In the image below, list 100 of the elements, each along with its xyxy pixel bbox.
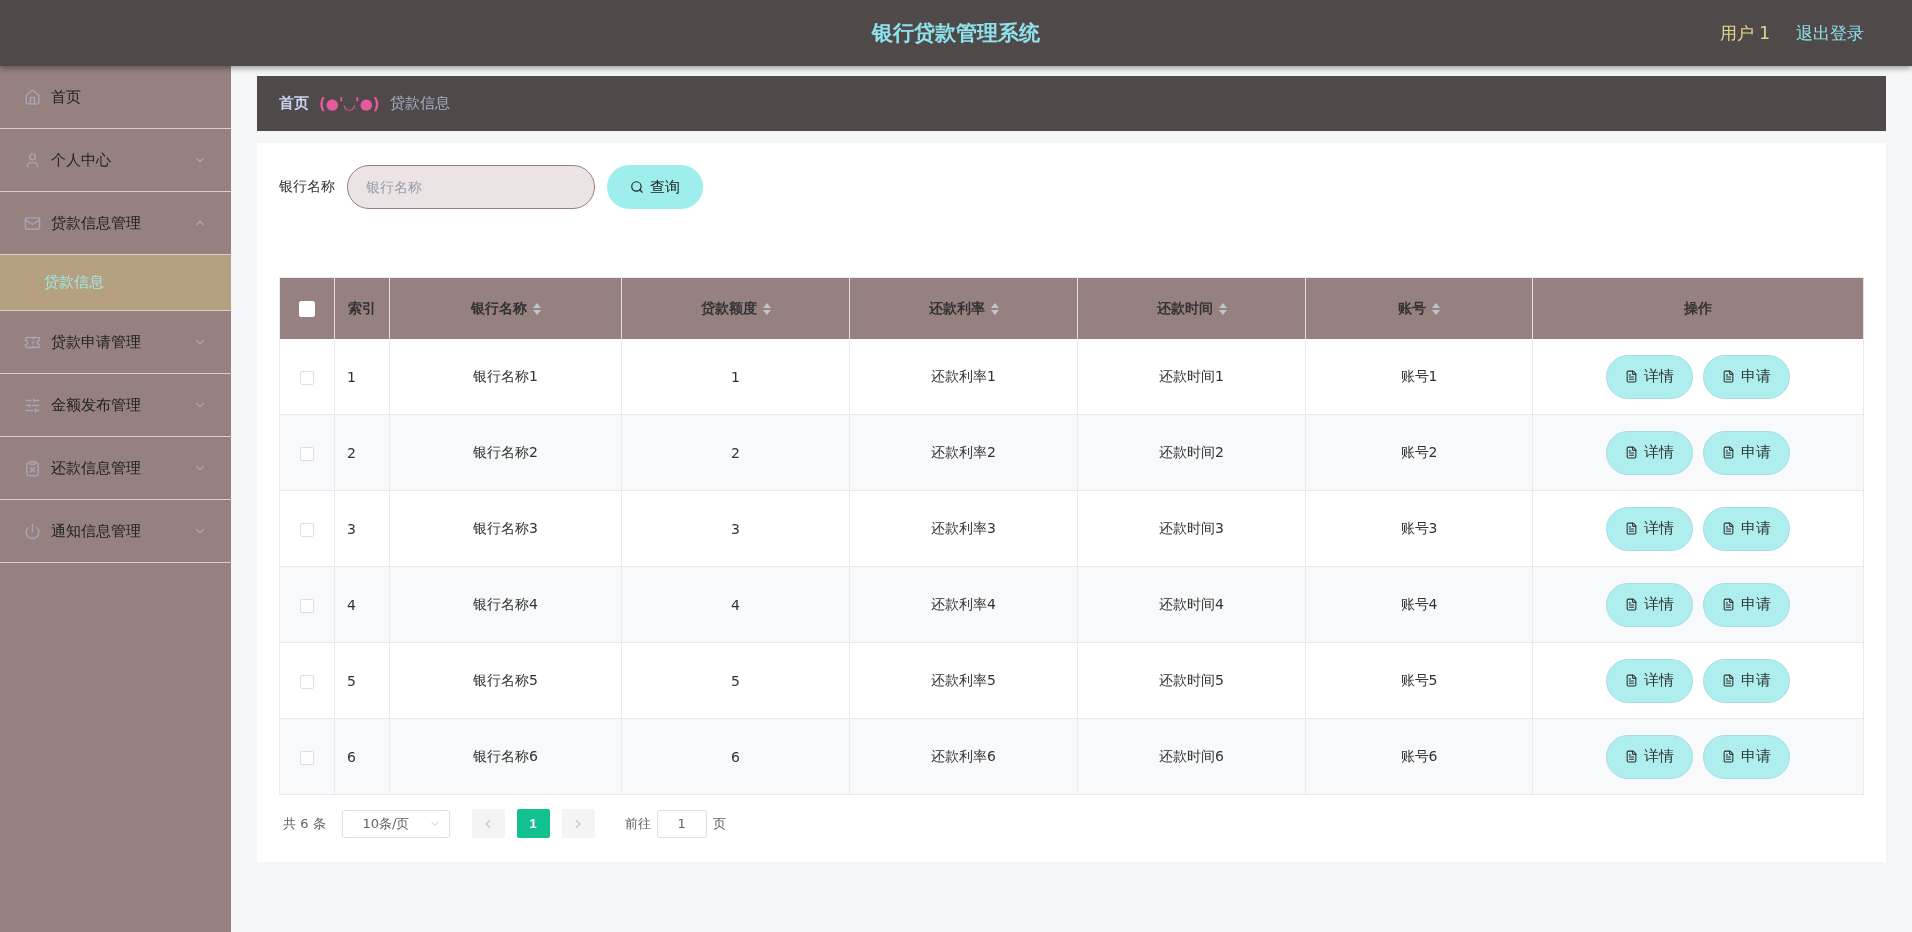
row-checkbox[interactable] [300,522,314,537]
document-icon [1722,598,1735,611]
table-cell: 4 [334,566,390,643]
menu-item[interactable]: 贷款申请管理 [0,311,231,374]
document-icon [1625,750,1638,763]
column-header[interactable]: 索引 [334,277,390,339]
search-label: 银行名称 [279,178,335,196]
search-field[interactable]: 银行名称 [347,165,595,209]
table-cell: 1 [621,339,850,415]
table-cell: 5 [334,642,390,719]
menu-icon [24,522,41,540]
document-icon [1722,446,1735,459]
menu-item[interactable]: 个人中心 [0,129,231,192]
table-cell: 4 [621,566,850,643]
table-cell: 账号4 [1305,566,1533,643]
page-size-select[interactable]: 10条/页 [341,809,450,838]
table-cell: 5 [621,642,850,719]
table-cell: 银行名称4 [389,566,622,643]
select-all-checkbox[interactable] [299,301,315,317]
table-cell: 还款利率4 [849,566,1078,643]
menu-item[interactable]: 首页 [0,66,231,129]
breadcrumb-current: 贷款信息 [389,94,450,113]
document-icon [1722,370,1735,383]
search-button[interactable]: 查询 [607,165,703,209]
search-icon [630,180,644,194]
row-checkbox[interactable] [300,674,314,689]
table-cell: 6 [621,718,850,795]
column-header[interactable]: 操作 [1532,277,1864,339]
app-title: 银行贷款管理系统 [872,20,1040,47]
menu-item[interactable]: 还款信息管理 [0,437,231,500]
row-checkbox[interactable] [300,750,314,765]
table-cell: 3 [334,490,390,567]
goto-label: 前往 [624,814,651,833]
document-icon [1625,598,1638,611]
table-cell: 6 [334,718,390,795]
table-cell: 还款时间1 [1077,339,1306,415]
row-checkbox[interactable] [300,446,314,461]
document-icon [1625,674,1638,687]
table-cell: 还款时间5 [1077,642,1306,719]
apply-button[interactable]: 申请 [1703,506,1790,551]
detail-button[interactable]: 详情 [1606,658,1693,703]
table-cell: 还款利率5 [849,642,1078,719]
table-cell: 还款利率6 [849,718,1078,795]
breadcrumb-home[interactable]: 首页 [279,94,309,113]
table-cell: 还款利率1 [849,339,1078,415]
sort-icon[interactable] [990,302,999,315]
sort-icon[interactable] [1218,302,1227,315]
menu-icon [24,214,41,232]
table-cell: 账号1 [1305,339,1533,415]
detail-button[interactable]: 详情 [1606,354,1693,399]
document-icon [1722,750,1735,763]
sort-icon[interactable] [532,302,541,315]
apply-button[interactable]: 申请 [1703,658,1790,703]
document-icon [1625,446,1638,459]
detail-button[interactable]: 详情 [1606,430,1693,475]
menu-item[interactable]: 通知信息管理 [0,500,231,563]
table-cell: 账号3 [1305,490,1533,567]
apply-button[interactable]: 申请 [1703,354,1790,399]
table-cell: 银行名称1 [389,339,622,415]
table-cell: 银行名称2 [389,414,622,491]
apply-button[interactable]: 申请 [1703,430,1790,475]
column-header[interactable]: 账号 [1305,277,1533,339]
table-cell: 还款时间2 [1077,414,1306,491]
table-cell: 银行名称6 [389,718,622,795]
menu-icon [24,396,41,414]
table-cell: 还款时间4 [1077,566,1306,643]
document-icon [1625,370,1638,383]
column-header[interactable]: 还款时间 [1077,277,1306,339]
detail-button[interactable]: 详情 [1606,582,1693,627]
table-cell: 还款时间3 [1077,490,1306,567]
document-icon [1722,522,1735,535]
detail-button[interactable]: 详情 [1606,734,1693,779]
goto-suffix: 页 [712,814,726,833]
table-cell: 2 [334,414,390,491]
column-header[interactable]: 银行名称 [389,277,622,339]
breadcrumb-separator: (●'◡'●) [319,94,380,113]
table-cell: 2 [621,414,850,491]
table-cell: 银行名称5 [389,642,622,719]
apply-button[interactable]: 申请 [1703,582,1790,627]
document-icon [1625,522,1638,535]
goto-page-field[interactable]: 1 [656,809,707,838]
total-count: 共 6 条 [283,814,326,833]
column-header[interactable]: 贷款额度 [621,277,850,339]
document-icon [1722,674,1735,687]
table-cell: 银行名称3 [389,490,622,567]
apply-button[interactable]: 申请 [1703,734,1790,779]
row-checkbox[interactable] [300,370,314,385]
table-cell: 账号6 [1305,718,1533,795]
menu-icon [24,459,41,477]
row-checkbox[interactable] [300,598,314,613]
menu-item[interactable]: 金额发布管理 [0,374,231,437]
sort-icon[interactable] [1432,302,1440,315]
table-cell: 账号2 [1305,414,1533,491]
detail-button[interactable]: 详情 [1606,506,1693,551]
column-header[interactable]: 还款利率 [849,277,1078,339]
table-cell: 3 [621,490,850,567]
logout-link[interactable]: 退出登录 [1796,21,1864,45]
sort-icon[interactable] [762,302,771,315]
table-cell: 还款利率2 [849,414,1078,491]
table-cell: 还款时间6 [1077,718,1306,795]
